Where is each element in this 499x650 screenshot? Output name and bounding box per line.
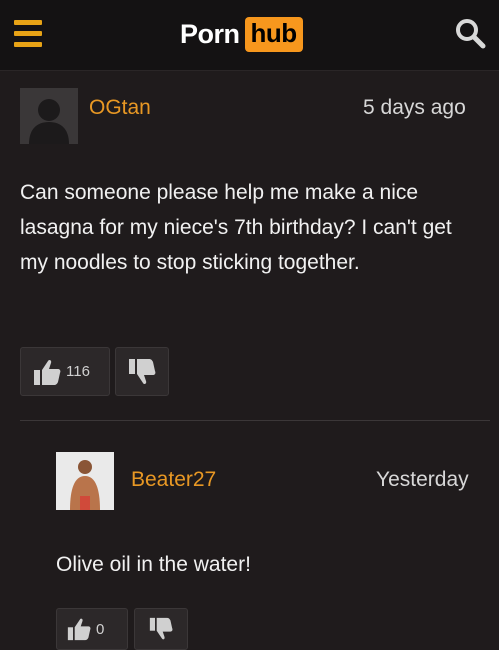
- reply-timestamp: Yesterday: [376, 468, 469, 491]
- thumbs-up-icon: [66, 617, 92, 641]
- reply-username[interactable]: Beater27: [131, 468, 216, 492]
- reply-upvote-count: 0: [96, 620, 105, 638]
- reply-comment: Beater27 Yesterday Olive oil in the wate…: [0, 0, 499, 650]
- user-photo-avatar[interactable]: [56, 452, 114, 510]
- reply-downvote-button[interactable]: [134, 608, 188, 650]
- reply-upvote-button[interactable]: 0: [56, 608, 128, 650]
- thumbs-down-icon: [148, 617, 174, 641]
- reply-text: Olive oil in the water!: [56, 553, 251, 576]
